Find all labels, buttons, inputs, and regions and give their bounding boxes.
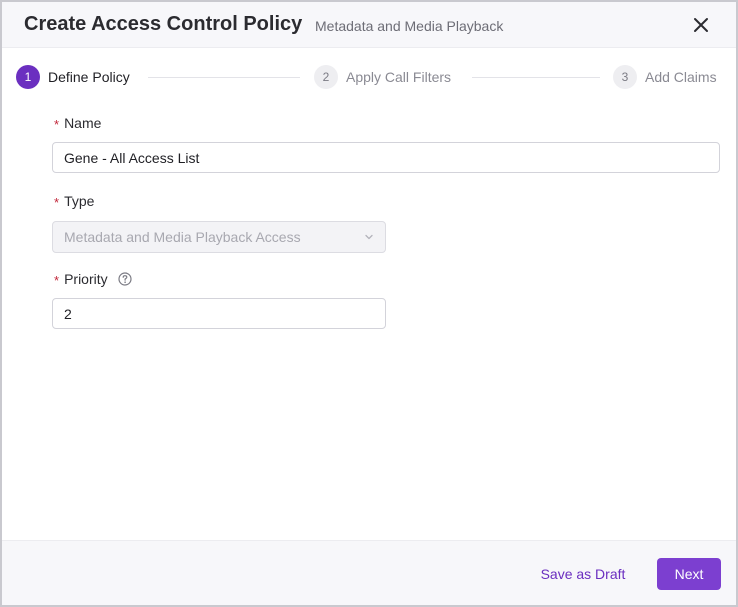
priority-input[interactable] xyxy=(52,298,386,329)
name-input[interactable] xyxy=(52,142,720,173)
dialog-header: Create Access Control Policy Metadata an… xyxy=(2,2,736,48)
close-icon xyxy=(694,18,708,32)
dialog-footer: Save as Draft Next xyxy=(2,540,736,605)
name-label-text: Name xyxy=(64,115,102,131)
dialog-title: Create Access Control Policy xyxy=(24,13,303,35)
step-1-label: Define Policy xyxy=(48,69,130,85)
required-marker: * xyxy=(54,273,60,288)
step-connector xyxy=(472,77,600,78)
priority-label-text: Priority xyxy=(64,271,108,287)
step-1-number: 1 xyxy=(16,65,40,89)
step-3-number: 3 xyxy=(613,65,637,89)
step-2-number: 2 xyxy=(314,65,338,89)
chevron-down-icon xyxy=(365,234,373,240)
required-marker: * xyxy=(54,117,60,132)
save-as-draft-button[interactable]: Save as Draft xyxy=(526,558,640,590)
type-select[interactable]: Metadata and Media Playback Access xyxy=(52,221,386,253)
type-field-label: * Type xyxy=(54,193,95,210)
create-policy-dialog: Create Access Control Policy Metadata an… xyxy=(0,0,738,607)
dialog-subtitle: Metadata and Media Playback xyxy=(315,18,504,34)
required-marker: * xyxy=(54,195,60,210)
step-2-label: Apply Call Filters xyxy=(346,69,452,85)
stepper: 1 Define Policy 2 Apply Call Filters 3 A… xyxy=(2,48,736,106)
question-circle-icon[interactable] xyxy=(117,272,132,286)
step-3-label: Add Claims xyxy=(645,69,717,85)
priority-field-label: * Priority xyxy=(54,271,132,288)
close-button[interactable] xyxy=(690,14,712,36)
type-select-value: Metadata and Media Playback Access xyxy=(64,229,301,245)
type-label-text: Type xyxy=(64,193,95,209)
name-field-label: * Name xyxy=(54,115,102,132)
next-button[interactable]: Next xyxy=(657,558,721,590)
step-connector xyxy=(148,77,300,78)
